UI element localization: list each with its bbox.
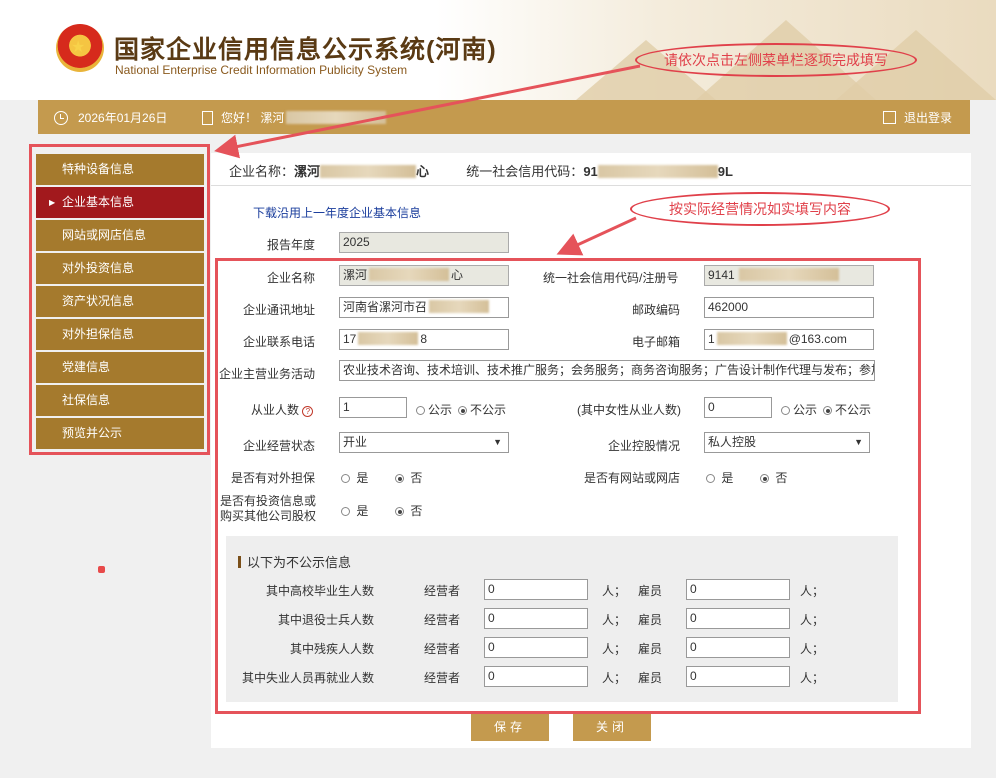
employee-count-input[interactable]: 0 [686,608,790,629]
employees-public-radio[interactable]: 公示 [416,401,452,418]
nonpublic-row-label: 其中退役士兵人数 [277,613,374,627]
status-label: 企业经营状态 [243,439,316,453]
sidebar-item[interactable]: 对外投资信息 [36,253,204,284]
guarantee-label: 是否有对外担保 [231,471,316,485]
status-select[interactable]: 开业 [339,432,509,453]
national-emblem-icon: ★ [56,24,104,72]
name-label: 企业名称 [267,271,316,285]
employee-label: 雇员 [638,613,663,627]
user-icon [202,111,213,125]
email-label: 电子邮箱 [632,335,681,349]
operator-label: 经营者 [424,642,461,656]
sidebar-item[interactable]: 党建信息 [36,352,204,383]
logout-icon [882,111,896,124]
unit-label: 人； [800,642,825,656]
annotation-callout-form: 按实际经营情况如实填写内容 [630,192,890,226]
clock-icon [54,111,68,125]
annotation-dot [98,566,105,573]
operator-count-input[interactable]: 0 [484,579,588,600]
top-bar: 2026年01月26日 您好！ 漯河 退出登录 [38,100,970,134]
site-title: 国家企业信用信息公示系统(河南) [114,36,497,64]
user-greeting: 您好！ 漯河 [202,109,387,126]
operator-label: 经营者 [424,613,461,627]
female-employees-label: (其中女性从业人数) [577,403,681,417]
redacted-username [286,111,387,124]
annotation-callout-menu: 请依次点击左侧菜单栏逐项完成填写 [635,43,917,77]
employee-label: 雇员 [638,642,663,656]
sidebar-item[interactable]: 资产状况信息 [36,286,204,317]
unit-label: 人； [800,671,825,685]
unit-label: 人； [602,613,627,627]
guarantee-no-radio[interactable]: 否 [395,469,422,486]
sidebar-item[interactable]: 预览并公示 [36,418,204,449]
report-year-field: 2025 [339,232,509,253]
business-label: 企业主营业务活动 [219,367,316,381]
address-label: 企业通讯地址 [243,303,316,317]
credit-code-field: 9141 [704,265,874,286]
employee-label: 雇员 [638,671,663,685]
sidebar-item[interactable]: 网站或网店信息 [36,220,204,251]
investment-label: 是否有投资信息或 购买其他公司股权 [220,494,317,523]
business-input[interactable]: 农业技术咨询、技术培训、技术推广服务；会务服务；商务咨询服务；广告设计制作代理与… [339,360,875,381]
company-name-field: 漯河心 [339,265,509,286]
website-no-radio[interactable]: 否 [760,469,787,486]
unit-label: 人； [602,642,627,656]
unit-label: 人； [602,584,627,598]
holding-select[interactable]: 私人控股 [704,432,870,453]
nonpublic-row-label: 其中失业人员再就业人数 [241,671,374,685]
company-summary: 企业名称：漯河心 统一社会信用代码：91 9L [229,164,733,179]
operator-count-input[interactable]: 0 [484,666,588,687]
redacted-credit-code [597,165,718,178]
unit-label: 人； [800,613,825,627]
divider [211,185,971,186]
logout-button[interactable]: 退出登录 [882,109,952,126]
female-employees-input[interactable]: 0 [704,397,772,418]
unit-label: 人； [602,671,627,685]
sidebar-menu: 特种设备信息企业基本信息网站或网店信息对外投资信息资产状况信息对外担保信息党建信… [36,154,204,451]
investment-no-radio[interactable]: 否 [395,502,422,519]
sidebar-item[interactable]: 社保信息 [36,385,204,416]
address-input[interactable]: 河南省漯河市召 [339,297,509,318]
download-previous-link[interactable]: 下载沿用上一年度企业基本信息 [253,204,421,221]
postcode-label: 邮政编码 [632,303,681,317]
close-button[interactable]: 关闭 [573,714,651,741]
phone-label: 企业联系电话 [243,335,316,349]
help-icon[interactable]: ? [302,406,314,417]
credit-label: 统一社会信用代码/注册号 [543,271,679,285]
unit-label: 人； [800,584,825,598]
nonpublic-row-label: 其中残疾人人数 [289,642,374,656]
website-yes-radio[interactable]: 是 [706,469,733,486]
save-button[interactable]: 保存 [471,714,549,741]
sidebar-item[interactable]: 特种设备信息 [36,154,204,185]
report-year-label: 报告年度 [267,238,316,252]
employee-count-input[interactable]: 0 [686,666,790,687]
operator-count-input[interactable]: 0 [484,608,588,629]
employee-count-input[interactable]: 0 [686,637,790,658]
site-subtitle: National Enterprise Credit Information P… [115,63,408,77]
female-public-radio[interactable]: 公示 [781,401,817,418]
guarantee-yes-radio[interactable]: 是 [341,469,368,486]
email-input[interactable]: 1 @163.com [704,329,874,350]
redacted-name [320,165,417,178]
female-nonpublic-radio[interactable]: 不公示 [823,401,871,418]
operator-count-input[interactable]: 0 [484,637,588,658]
operator-label: 经营者 [424,584,461,598]
employees-nonpublic-radio[interactable]: 不公示 [458,401,506,418]
sidebar-item[interactable]: 企业基本信息 [36,187,204,218]
employees-input[interactable]: 1 [339,397,407,418]
nonpublic-title: 以下为不公示信息 [238,552,351,571]
employee-count-input[interactable]: 0 [686,579,790,600]
employees-label: 从业人数 ? [251,401,314,418]
phone-input[interactable]: 17 8 [339,329,509,350]
employee-label: 雇员 [638,584,663,598]
postcode-input[interactable]: 462000 [704,297,874,318]
operator-label: 经营者 [424,671,461,685]
nonpublic-row-label: 其中高校毕业生人数 [265,584,374,598]
date-display: 2026年01月26日 [54,109,167,126]
holding-label: 企业控股情况 [608,439,681,453]
investment-yes-radio[interactable]: 是 [341,502,368,519]
website-label: 是否有网站或网店 [584,471,681,485]
sidebar-item[interactable]: 对外担保信息 [36,319,204,350]
